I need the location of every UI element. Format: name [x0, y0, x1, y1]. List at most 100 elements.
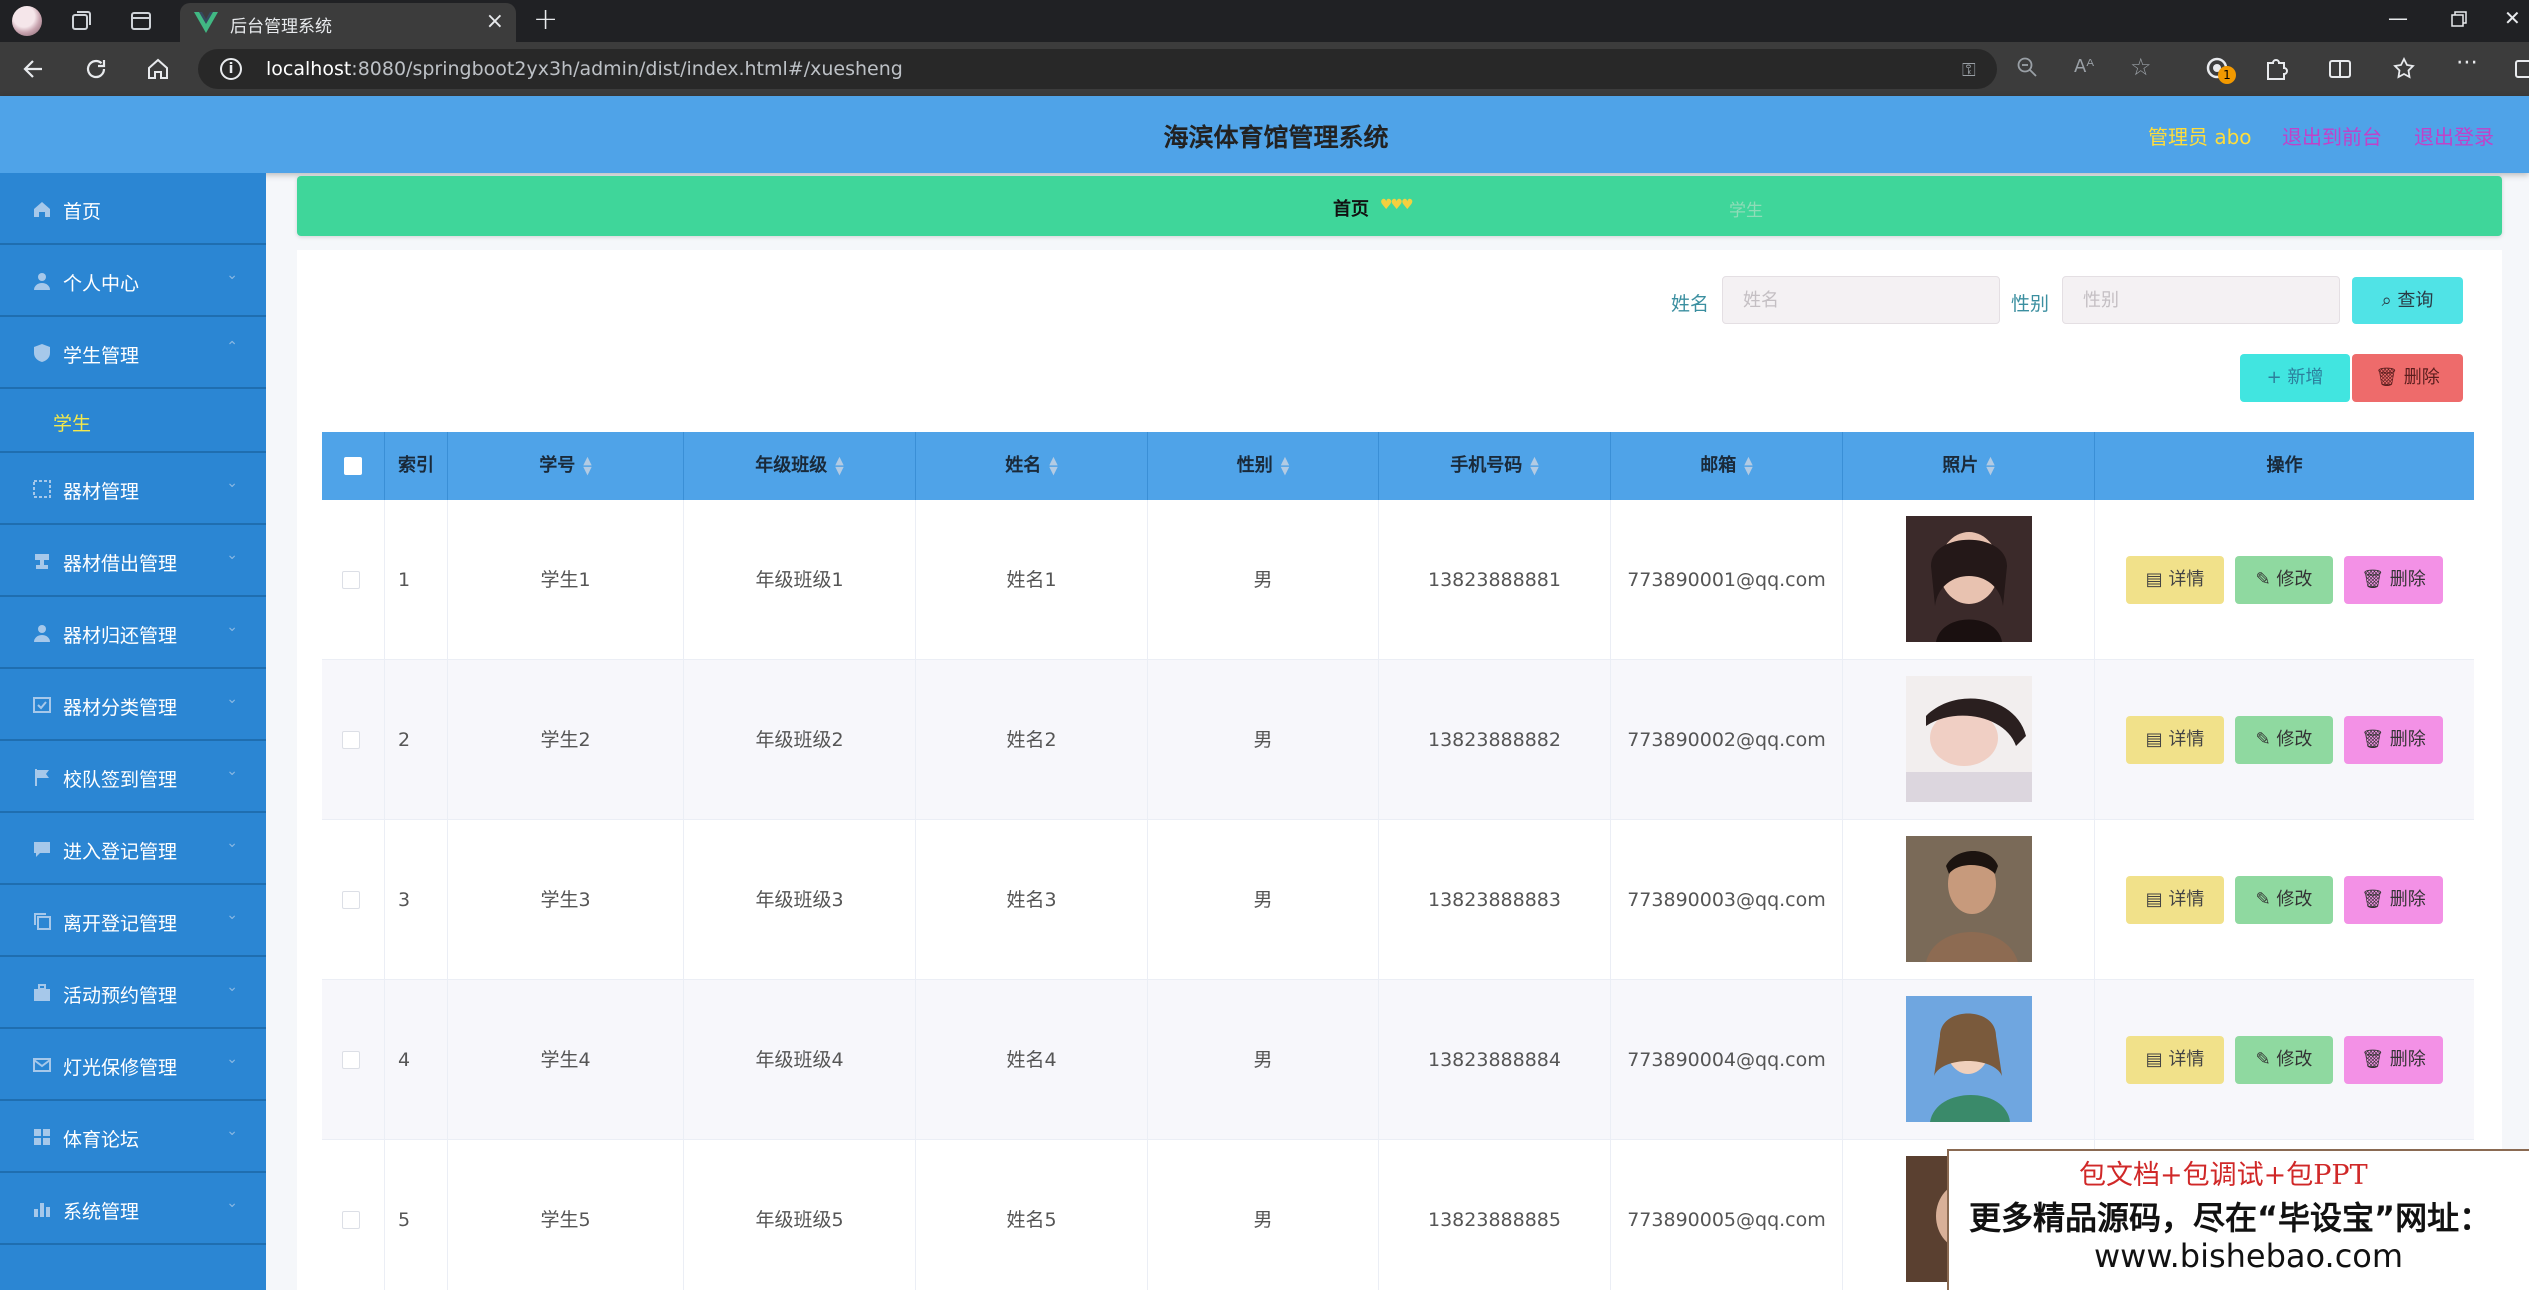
col-photo[interactable]: 照片 ▲ ▼	[1843, 432, 2095, 500]
sort-icon[interactable]: ▲ ▼	[1530, 455, 1538, 476]
back-icon[interactable]	[20, 55, 48, 83]
sidebar-item-enter[interactable]: 进入登记管理 ⌄	[0, 813, 266, 885]
table-row: 4 学生4 年级班级4 姓名4 男 13823888884 773890004@…	[322, 980, 2474, 1140]
detail-button[interactable]: ▤ 详情	[2126, 556, 2224, 604]
query-button-label: 查询	[2397, 290, 2434, 311]
browser-tab-active[interactable]: 后台管理系统 ×	[180, 3, 516, 42]
more-menu-icon[interactable]: ⋯	[2456, 50, 2484, 78]
minimize-icon[interactable]: —	[2388, 6, 2408, 30]
detail-button[interactable]: ▤ 详情	[2126, 876, 2224, 924]
sidebar-item-home[interactable]: 首页	[0, 173, 266, 245]
edit-button[interactable]: ✎ 修改	[2235, 716, 2333, 764]
query-button[interactable]: ⌕ 查询	[2352, 277, 2463, 324]
workspaces-icon[interactable]	[68, 8, 94, 34]
delete-button[interactable]: 🗑 删除	[2344, 1036, 2443, 1084]
sidebar-item-equipment[interactable]: 器材管理 ⌄	[0, 453, 266, 525]
sort-icon[interactable]: ▲ ▼	[1986, 455, 1994, 476]
col-class[interactable]: 年级班级 ▲ ▼	[684, 432, 916, 500]
delete-button[interactable]: 🗑 删除	[2344, 876, 2443, 924]
site-info-icon[interactable]: i	[220, 58, 242, 80]
cell-class: 年级班级2	[684, 660, 916, 820]
row-checkbox[interactable]	[342, 1051, 360, 1069]
sidebar-subitem-student[interactable]: 学生	[0, 389, 266, 453]
sidebar-item-checkin[interactable]: 校队签到管理 ⌄	[0, 741, 266, 813]
sort-icon[interactable]: ▲ ▼	[1744, 455, 1752, 476]
student-photo[interactable]	[1906, 996, 2032, 1122]
col-phone[interactable]: 手机号码 ▲ ▼	[1379, 432, 1611, 500]
student-photo[interactable]	[1906, 836, 2032, 962]
batch-delete-button[interactable]: 🗑 删除	[2352, 354, 2463, 402]
sidebar-toggle-icon[interactable]	[2512, 55, 2529, 83]
cell-name: 姓名5	[916, 1140, 1148, 1290]
split-screen-icon[interactable]	[2326, 55, 2354, 83]
cell-phone: 13823888885	[1379, 1140, 1611, 1290]
puzzle-extensions-icon[interactable]	[2262, 55, 2290, 83]
sidebar-item-leave[interactable]: 离开登记管理 ⌄	[0, 885, 266, 957]
sidebar-item-reservation[interactable]: 活动预约管理 ⌄	[0, 957, 266, 1029]
ad-banner[interactable]: 包文档+包调试+包PPT 更多精品源码，尽在“毕设宝”网址： www.bishe…	[1947, 1149, 2529, 1290]
zoom-icon[interactable]	[2016, 56, 2038, 78]
breadcrumb-home[interactable]: 首页	[1333, 195, 1369, 221]
col-gender[interactable]: 性别 ▲ ▼	[1148, 432, 1379, 500]
home-browser-icon[interactable]	[144, 55, 172, 83]
profile-avatar[interactable]	[12, 6, 42, 36]
new-tab-icon[interactable]: +	[533, 2, 558, 37]
sort-icon[interactable]: ▲ ▼	[583, 455, 591, 476]
col-name[interactable]: 姓名 ▲ ▼	[916, 432, 1148, 500]
sidebar-item-light-repair[interactable]: 灯光保修管理 ⌄	[0, 1029, 266, 1101]
heart-separator-icon: ♥♥♥	[1380, 197, 1414, 213]
close-window-icon[interactable]: ✕	[2504, 6, 2521, 30]
favorite-star-icon[interactable]: ☆	[2130, 53, 2152, 81]
close-tab-icon[interactable]: ×	[486, 9, 504, 34]
back-to-front-link[interactable]: 退出到前台	[2282, 121, 2382, 150]
row-checkbox[interactable]	[342, 1211, 360, 1229]
select-all-checkbox[interactable]	[344, 457, 362, 475]
breadcrumb: 首页 ♥♥♥ 学生	[297, 176, 2502, 236]
sidebar-item-return[interactable]: 器材归还管理 ⌄	[0, 597, 266, 669]
col-email[interactable]: 邮箱 ▲ ▼	[1611, 432, 1843, 500]
table-row: 3 学生3 年级班级3 姓名3 男 13823888883 773890003@…	[322, 820, 2474, 980]
read-aloud-icon[interactable]: Aᴬ	[2074, 56, 2096, 78]
edit-button[interactable]: ✎ 修改	[2235, 1036, 2333, 1084]
cell-phone: 13823888882	[1379, 660, 1611, 820]
student-photo[interactable]	[1906, 516, 2032, 642]
chevron-down-icon: ⌄	[226, 907, 238, 923]
sort-icon[interactable]: ▲ ▼	[835, 455, 843, 476]
row-checkbox[interactable]	[342, 891, 360, 909]
logout-link[interactable]: 退出登录	[2414, 121, 2494, 150]
delete-button[interactable]: 🗑 删除	[2344, 556, 2443, 604]
sidebar-item-lend[interactable]: 器材借出管理 ⌄	[0, 525, 266, 597]
collections-icon[interactable]	[2390, 55, 2418, 83]
row-checkbox[interactable]	[342, 731, 360, 749]
ad-line-3: www.bishebao.com	[2094, 1237, 2404, 1275]
edit-button[interactable]: ✎ 修改	[2235, 876, 2333, 924]
sidebar-item-system[interactable]: 系统管理 ⌄	[0, 1173, 266, 1245]
sidebar-item-personal[interactable]: 个人中心 ⌄	[0, 245, 266, 317]
cell-gender: 男	[1148, 820, 1379, 980]
sort-icon[interactable]: ▲ ▼	[1049, 455, 1057, 476]
gender-search-input[interactable]	[2062, 276, 2340, 324]
sidebar-item-label: 器材分类管理	[63, 697, 178, 719]
password-key-icon[interactable]: ⚿	[1962, 60, 1984, 82]
tab-actions-icon[interactable]	[128, 8, 154, 34]
col-student-no[interactable]: 学号 ▲ ▼	[448, 432, 684, 500]
delete-button[interactable]: 🗑 删除	[2344, 716, 2443, 764]
sidebar-item-category[interactable]: 器材分类管理 ⌄	[0, 669, 266, 741]
url-field[interactable]: i localhost:8080/springboot2yx3h/admin/d…	[198, 49, 1997, 89]
stamp-icon	[35, 554, 49, 569]
detail-button[interactable]: ▤ 详情	[2126, 716, 2224, 764]
sidebar: 首页 个人中心 ⌄ 学生管理 ⌃ 学生 器材管理 ⌄ 器材借出管理 ⌄ 器材归还…	[0, 173, 266, 1290]
student-photo[interactable]	[1906, 676, 2032, 802]
sort-icon[interactable]: ▲ ▼	[1281, 455, 1289, 476]
name-search-input[interactable]	[1722, 276, 2000, 324]
restore-icon[interactable]	[2450, 10, 2468, 28]
search-icon: ⌕	[2381, 290, 2398, 311]
edit-button[interactable]: ✎ 修改	[2235, 556, 2333, 604]
home-icon	[34, 202, 50, 217]
refresh-icon[interactable]	[82, 55, 110, 83]
add-button[interactable]: + 新增	[2240, 354, 2350, 402]
row-checkbox[interactable]	[342, 571, 360, 589]
detail-button[interactable]: ▤ 详情	[2126, 1036, 2224, 1084]
sidebar-item-forum[interactable]: 体育论坛 ⌄	[0, 1101, 266, 1173]
sidebar-item-students[interactable]: 学生管理 ⌃	[0, 317, 266, 389]
